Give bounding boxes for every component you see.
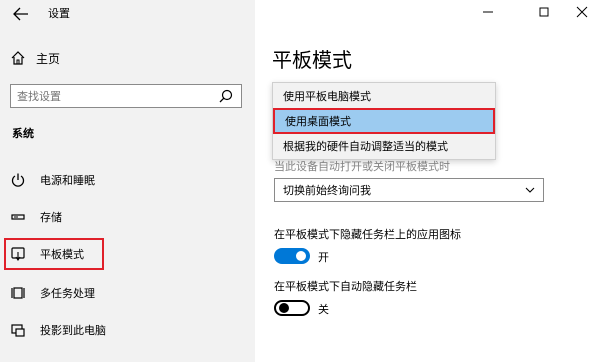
sidebar-item-home[interactable]: 主页 bbox=[10, 48, 60, 68]
minimize-button[interactable] bbox=[480, 4, 496, 20]
power-icon bbox=[11, 173, 25, 187]
home-label: 主页 bbox=[36, 51, 61, 66]
sidebar-item-project[interactable]: 投影到此电脑 bbox=[0, 317, 255, 343]
sidebar-item-label: 多任务处理 bbox=[40, 287, 95, 300]
search-input[interactable] bbox=[11, 85, 223, 108]
sidebar-item-storage[interactable]: 存储 bbox=[0, 204, 255, 230]
back-arrow-icon bbox=[13, 7, 28, 21]
back-button[interactable] bbox=[12, 6, 30, 22]
sidebar-item-label: 投影到此电脑 bbox=[40, 324, 106, 337]
close-icon bbox=[576, 6, 588, 18]
dropdown-option-selected[interactable]: 使用桌面模式 bbox=[273, 108, 495, 134]
tablet-switch-select[interactable]: 切换前始终询问我 bbox=[274, 178, 544, 202]
select-value: 切换前始终询问我 bbox=[283, 184, 371, 197]
section-title: 系统 bbox=[12, 127, 34, 140]
toggle-knob bbox=[296, 251, 306, 261]
home-icon bbox=[11, 51, 25, 65]
dropdown-option[interactable]: 使用平板电脑模式 bbox=[273, 83, 495, 109]
hide-icons-state: 开 bbox=[318, 251, 329, 264]
annotation-highlight bbox=[4, 238, 104, 270]
close-button[interactable] bbox=[574, 4, 590, 20]
storage-icon bbox=[11, 214, 25, 220]
multitasking-icon bbox=[11, 287, 25, 299]
sidebar-item-label: 存储 bbox=[40, 211, 62, 224]
chevron-down-icon bbox=[525, 187, 535, 193]
autohide-taskbar-toggle[interactable] bbox=[274, 300, 310, 316]
sidebar-item-label: 电源和睡眠 bbox=[40, 174, 95, 187]
sidebar: 设置 主页 系统 电源和睡眠 存储 平板模式 bbox=[0, 0, 255, 362]
app-title: 设置 bbox=[48, 7, 70, 20]
sidebar-item-power[interactable]: 电源和睡眠 bbox=[0, 167, 255, 193]
autohide-taskbar-state: 关 bbox=[318, 303, 329, 316]
sidebar-item-multitasking[interactable]: 多任务处理 bbox=[0, 280, 255, 306]
hide-icons-label: 在平板模式下隐藏任务栏上的应用图标 bbox=[274, 228, 461, 241]
page-title: 平板模式 bbox=[272, 48, 352, 72]
dropdown-option[interactable]: 根据我的硬件自动调整适当的模式 bbox=[273, 133, 495, 159]
project-icon bbox=[11, 324, 25, 337]
maximize-button[interactable] bbox=[536, 4, 552, 20]
search-icon[interactable] bbox=[219, 89, 233, 103]
maximize-icon bbox=[539, 7, 549, 17]
toggle-knob bbox=[279, 303, 289, 313]
minimize-icon bbox=[483, 11, 493, 13]
search-box[interactable] bbox=[10, 84, 242, 108]
autohide-taskbar-label: 在平板模式下自动隐藏任务栏 bbox=[274, 280, 417, 293]
hide-icons-toggle[interactable] bbox=[274, 248, 310, 264]
signin-mode-dropdown[interactable]: 使用平板电脑模式 使用桌面模式 根据我的硬件自动调整适当的模式 bbox=[272, 82, 496, 160]
tablet-switch-label: 当此设备自动打开或关闭平板模式时 bbox=[274, 160, 450, 173]
